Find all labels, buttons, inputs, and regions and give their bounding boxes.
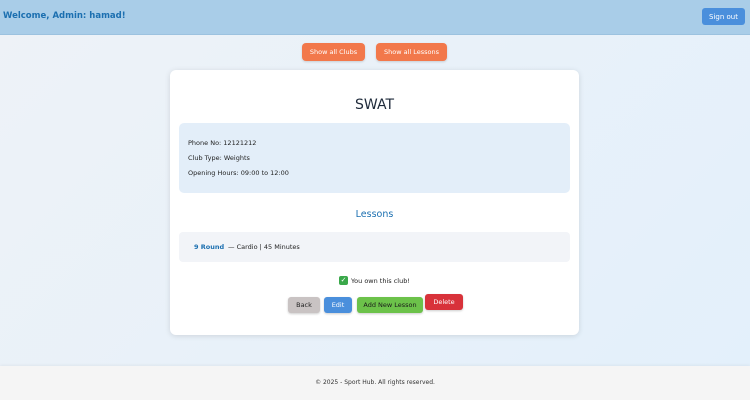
top-header: Welcome, Admin: hamad! Sign out xyxy=(0,0,750,35)
ownership-notice: ✓ You own this club! xyxy=(170,276,579,285)
edit-button[interactable]: Edit xyxy=(324,297,352,313)
club-detail-card: SWAT Phone No: 12121212 Club Type: Weigh… xyxy=(170,70,579,335)
sign-out-button[interactable]: Sign out xyxy=(702,8,745,25)
add-new-lesson-button[interactable]: Add New Lesson xyxy=(357,297,423,313)
list-item: 9 Round — Cardio | 45 Minutes xyxy=(179,232,570,262)
lesson-detail: — Cardio | 45 Minutes xyxy=(228,243,300,251)
footer-copyright: © 2025 - Sport Hub. All rights reserved. xyxy=(315,379,435,386)
page-footer: © 2025 - Sport Hub. All rights reserved. xyxy=(0,366,750,400)
club-hours: Opening Hours: 09:00 to 12:00 xyxy=(188,169,289,177)
ownership-text: You own this club! xyxy=(351,276,410,285)
show-all-lessons-button[interactable]: Show all Lessons xyxy=(376,43,447,61)
delete-button[interactable]: Delete xyxy=(425,294,463,310)
club-phone: Phone No: 12121212 xyxy=(188,139,257,147)
club-info-box: Phone No: 12121212 Club Type: Weights Op… xyxy=(179,123,570,193)
welcome-text: Welcome, Admin: hamad! xyxy=(3,11,126,21)
lessons-heading: Lessons xyxy=(355,209,394,220)
lesson-link[interactable]: 9 Round xyxy=(194,243,224,251)
club-name-title: SWAT xyxy=(354,97,394,113)
back-button[interactable]: Back xyxy=(288,297,320,313)
checkmark-icon: ✓ xyxy=(339,276,349,285)
club-type: Club Type: Weights xyxy=(188,154,250,162)
show-all-clubs-button[interactable]: Show all Clubs xyxy=(302,43,365,61)
